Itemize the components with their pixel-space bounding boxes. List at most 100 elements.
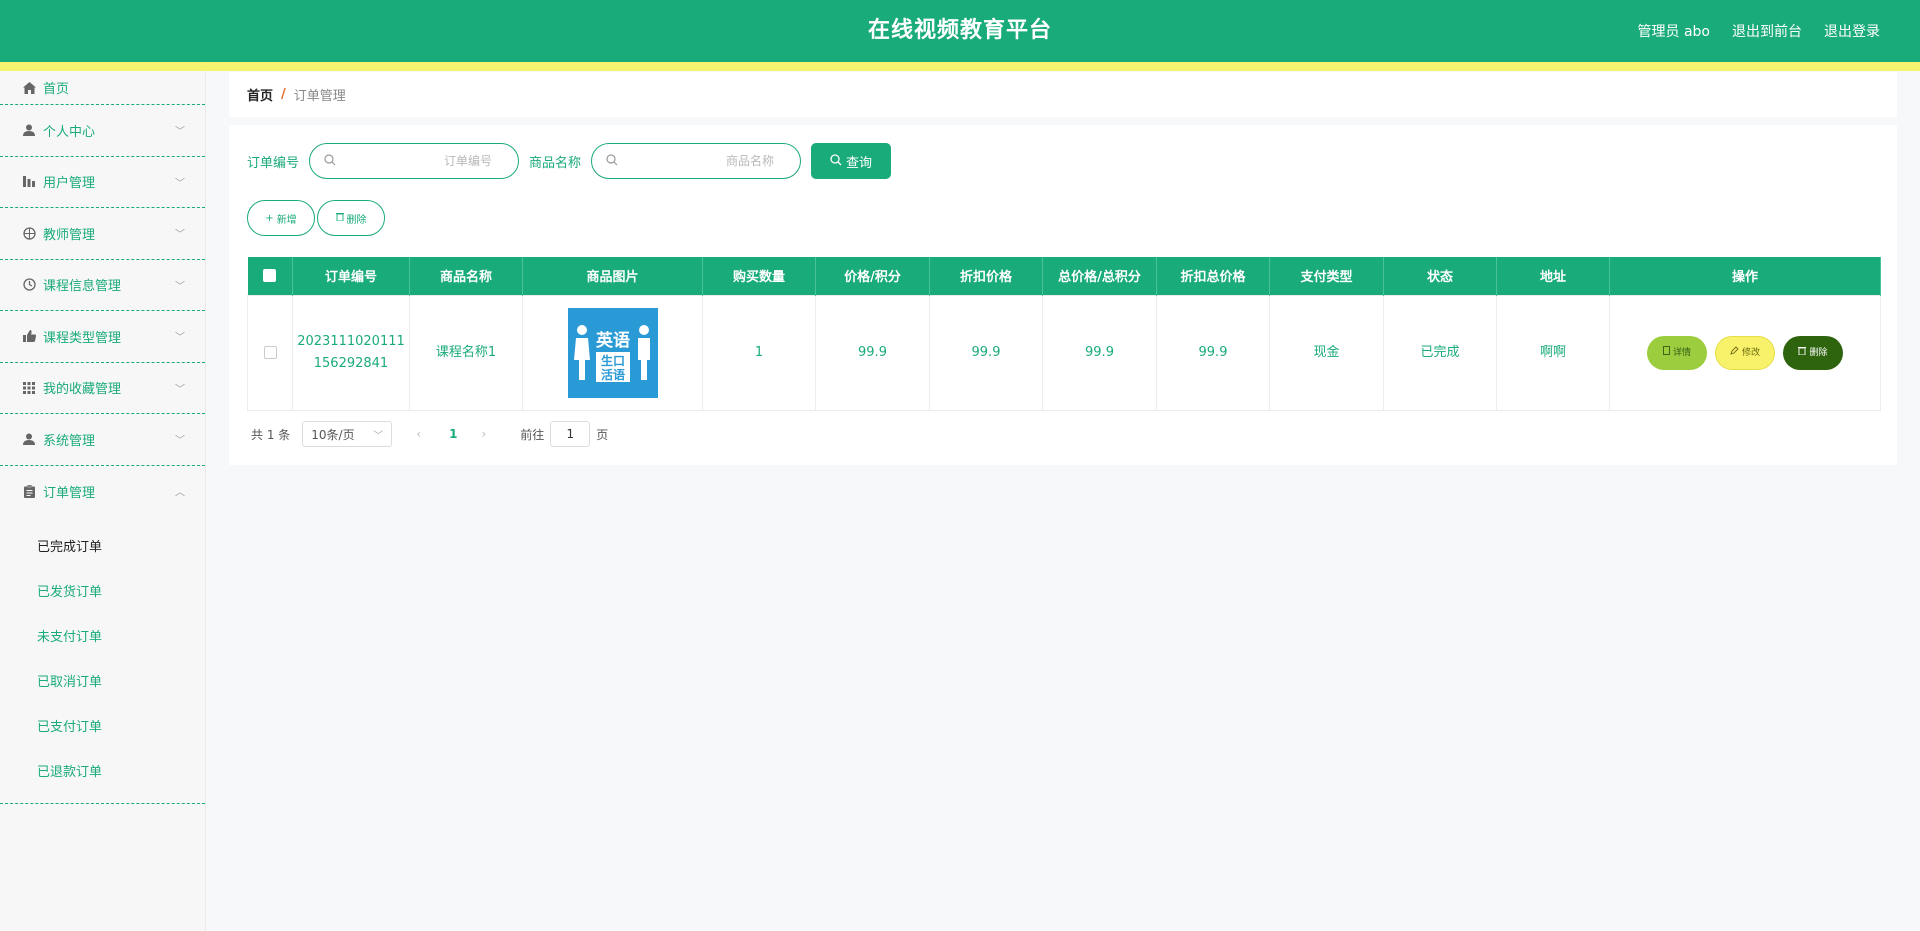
next-page-icon[interactable]: › bbox=[481, 427, 486, 441]
prev-page-icon[interactable]: ‹ bbox=[416, 427, 421, 441]
compass-icon bbox=[22, 226, 36, 240]
order-no-cell: 2023111020111 156292841 bbox=[292, 294, 410, 411]
submenu-shipped-orders[interactable]: 已发货订单 bbox=[0, 570, 205, 615]
image-text-top: 英语 bbox=[596, 330, 630, 351]
breadcrumb: 首页 / 订单管理 bbox=[229, 72, 1897, 117]
total-price-cell: 99.9 bbox=[1042, 294, 1157, 411]
breadcrumb-home[interactable]: 首页 bbox=[247, 85, 273, 104]
delete-button-label: 删除 bbox=[346, 214, 367, 226]
edit-button-label: 修改 bbox=[1741, 347, 1760, 358]
sidebar-item-label: 首页 bbox=[43, 82, 70, 97]
select-all-checkbox[interactable] bbox=[263, 269, 277, 283]
query-button-label: 查询 bbox=[846, 155, 873, 171]
sidebar-item-teacher-management[interactable]: 教师管理 ﹀ bbox=[0, 208, 205, 260]
page-size-select[interactable]: 10条/页 ﹀ bbox=[302, 421, 393, 447]
search-icon bbox=[606, 153, 618, 169]
document-icon bbox=[1663, 342, 1670, 364]
user-icon bbox=[22, 432, 36, 446]
column-header: 订单编号 bbox=[292, 257, 410, 295]
submenu-completed-orders[interactable]: 已完成订单 bbox=[0, 525, 205, 570]
table-header-row: 订单编号 商品名称 商品图片 购买数量 价格/积分 折扣价格 总价格/总积分 折… bbox=[247, 257, 1881, 295]
column-header: 总价格/总积分 bbox=[1042, 257, 1157, 295]
plus-icon: + bbox=[265, 212, 274, 224]
sidebar-item-label: 个人中心 bbox=[43, 124, 96, 140]
discount-total-cell: 99.9 bbox=[1156, 294, 1270, 411]
top-bar: 在线视频教育平台 管理员 abo 退出到前台 退出登录 bbox=[0, 0, 1920, 62]
page-size-value: 10条/页 bbox=[311, 427, 355, 442]
page-suffix: 页 bbox=[596, 427, 609, 442]
chevron-down-icon: ﹀ bbox=[175, 332, 185, 344]
admin-label[interactable]: 管理员 abo bbox=[1638, 21, 1710, 41]
select-all-cell[interactable] bbox=[247, 257, 293, 295]
order-no-line1: 2023111020111 bbox=[297, 333, 405, 349]
breadcrumb-current: 订单管理 bbox=[293, 89, 346, 104]
sidebar-item-label: 系统管理 bbox=[43, 433, 96, 449]
sidebar-item-personal-center[interactable]: 个人中心 ﹀ bbox=[0, 105, 205, 157]
product-name-label: 商品名称 bbox=[529, 155, 582, 171]
delete-button[interactable]: 删除 bbox=[1783, 335, 1843, 370]
order-no-line2: 156292841 bbox=[313, 355, 389, 371]
submenu-cancelled-orders[interactable]: 已取消订单 bbox=[0, 660, 205, 705]
product-name-search-box bbox=[591, 143, 802, 179]
column-header: 商品名称 bbox=[409, 257, 523, 295]
orders-submenu: 已完成订单 已发货订单 未支付订单 已取消订单 已支付订单 已退款订单 bbox=[0, 517, 205, 804]
sidebar-item-label: 我的收藏管理 bbox=[43, 382, 122, 398]
edit-icon bbox=[1730, 342, 1739, 364]
column-header: 价格/积分 bbox=[815, 257, 930, 295]
orders-table: 订单编号 商品名称 商品图片 购买数量 价格/积分 折扣价格 总价格/总积分 折… bbox=[247, 257, 1881, 411]
discount-price-cell: 99.9 bbox=[929, 294, 1043, 411]
column-header: 折扣价格 bbox=[929, 257, 1043, 295]
column-header: 折扣总价格 bbox=[1156, 257, 1270, 295]
row-select-cell[interactable] bbox=[247, 294, 293, 411]
sidebar-item-label: 课程信息管理 bbox=[43, 279, 122, 295]
row-checkbox[interactable] bbox=[263, 345, 277, 359]
quantity-cell: 1 bbox=[702, 294, 816, 411]
sidebar-item-label: 课程类型管理 bbox=[43, 330, 122, 346]
delete-button-label: 删除 bbox=[1809, 347, 1828, 358]
chevron-down-icon: ﹀ bbox=[175, 384, 185, 396]
breadcrumb-separator: / bbox=[281, 87, 286, 102]
header-stripe bbox=[0, 62, 1920, 71]
sidebar-item-system[interactable]: 系统管理 ﹀ bbox=[0, 414, 205, 466]
goto-page-input[interactable] bbox=[550, 421, 591, 447]
sidebar-item-course-type[interactable]: 课程类型管理 ﹀ bbox=[0, 311, 205, 363]
clipboard-icon bbox=[22, 484, 36, 498]
chevron-down-icon: ﹀ bbox=[373, 430, 384, 442]
app-title: 在线视频教育平台 bbox=[867, 18, 1052, 43]
logout-link[interactable]: 退出登录 bbox=[1824, 21, 1880, 41]
chevron-down-icon: ﹀ bbox=[175, 281, 185, 293]
sidebar-item-user-management[interactable]: 用户管理 ﹀ bbox=[0, 157, 205, 208]
trash-icon bbox=[1798, 342, 1807, 364]
chevron-down-icon: ﹀ bbox=[175, 126, 185, 138]
sidebar-item-favorites[interactable]: 我的收藏管理 ﹀ bbox=[0, 363, 205, 414]
submenu-unpaid-orders[interactable]: 未支付订单 bbox=[0, 615, 205, 660]
column-header: 支付类型 bbox=[1269, 257, 1384, 295]
sidebar-item-course-info[interactable]: 课程信息管理 ﹀ bbox=[0, 260, 205, 311]
sidebar-item-label: 订单管理 bbox=[43, 485, 96, 501]
column-header: 操作 bbox=[1609, 257, 1881, 295]
page-number-current[interactable]: 1 bbox=[449, 427, 457, 441]
sidebar: 首页 个人中心 ﹀ 用户管理 ﹀ 教师管理 ﹀ 课程信息管理 ﹀ 课程类型管理 … bbox=[0, 71, 206, 931]
submenu-refunded-orders[interactable]: 已退款订单 bbox=[0, 750, 205, 795]
product-name-input[interactable] bbox=[618, 146, 787, 176]
status-cell: 已完成 bbox=[1383, 294, 1497, 411]
order-no-input[interactable] bbox=[336, 146, 505, 176]
back-to-front-link[interactable]: 退出到前台 bbox=[1732, 21, 1802, 41]
sidebar-item-home[interactable]: 首页 bbox=[0, 71, 205, 105]
pagination: 共 1 条 10条/页 ﹀ ‹ 1 › 前往 页 bbox=[251, 421, 608, 447]
trash-icon bbox=[335, 212, 344, 224]
edit-button[interactable]: 修改 bbox=[1715, 335, 1775, 370]
query-button[interactable]: 查询 bbox=[811, 143, 892, 179]
add-button-label: 新增 bbox=[276, 214, 297, 226]
grid-icon bbox=[22, 381, 36, 395]
detail-button[interactable]: 详情 bbox=[1647, 335, 1707, 370]
add-button[interactable]: + 新增 bbox=[247, 200, 315, 236]
top-actions: 管理员 abo 退出到前台 退出登录 bbox=[1638, 0, 1880, 62]
sidebar-item-orders[interactable]: 订单管理 ︿ bbox=[0, 466, 205, 518]
batch-delete-button[interactable]: 删除 bbox=[317, 200, 385, 236]
chevron-down-icon: ﹀ bbox=[175, 229, 185, 241]
order-no-search-box bbox=[309, 143, 520, 179]
submenu-paid-orders[interactable]: 已支付订单 bbox=[0, 705, 205, 750]
chart-icon bbox=[22, 175, 36, 189]
column-header: 商品图片 bbox=[522, 257, 703, 295]
